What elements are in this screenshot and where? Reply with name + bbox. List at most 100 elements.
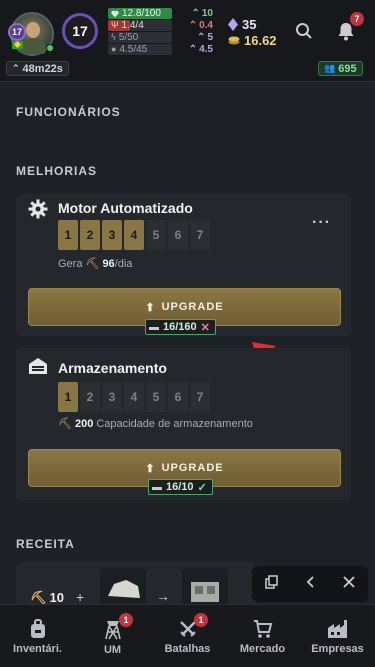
cart-icon (253, 619, 272, 638)
intellect-bar: ● 4.5/45 (108, 44, 172, 55)
player-level[interactable]: 17 (62, 13, 98, 49)
stat-health[interactable]: 12.8/100 ⌃ 10 (108, 8, 213, 19)
chevron-left-icon (306, 576, 314, 588)
nav-battles-badge: 1 (194, 613, 208, 627)
intellect-value: 4.5/45 (119, 44, 148, 55)
capacity-label: Capacidade de armazenamento (96, 417, 253, 430)
warehouse-icon (29, 358, 47, 374)
coins-icon (228, 36, 240, 45)
timer-pill[interactable]: ⌃ 48m22s (6, 61, 69, 76)
close-button[interactable] (343, 575, 355, 593)
storage-level-cell: 3 (102, 382, 122, 412)
notifications-badge: 7 (350, 12, 364, 26)
nav-inventory-label: Inventári. (13, 642, 62, 655)
motor-level-cell: 3 (102, 220, 122, 250)
floating-toolbar (252, 566, 368, 602)
nav-companies-label: Empresas (311, 642, 364, 655)
nav-um[interactable]: UM 1 (75, 605, 150, 667)
motor-title: Motor Automatizado (58, 200, 193, 216)
resources[interactable]: 35 16.62 (228, 16, 277, 48)
backpack-icon (30, 618, 45, 638)
nav-market[interactable]: Mercado (225, 605, 300, 667)
motor-level-cell: 1 (58, 220, 78, 250)
motor-cost-tag: ▬ 16/160 ✕ (145, 319, 216, 335)
storage-cost-tag: ▬ 16/10 ✓ (148, 479, 213, 495)
motor-card: Motor Automatizado ··· 1 2 3 4 5 6 7 Ger… (16, 194, 351, 336)
top-bar: 17 17 12.8/100 ⌃ 10 Ψ 1.4/4 ⌃ 0.4 ϟ 5/50… (0, 0, 375, 82)
chevrons-up-icon: ⌃ (197, 32, 206, 43)
chevrons-up-icon: ⌃ (188, 44, 198, 55)
nav-market-label: Mercado (239, 642, 286, 655)
storage-level-cell: 1 (58, 382, 78, 412)
recipe-card: ⛏ 10 + → (16, 562, 256, 604)
nav-inventory[interactable]: Inventári. (0, 605, 75, 667)
arrow-up-icon: ⬆ (145, 301, 156, 314)
food-bar: Ψ 1.4/4 (108, 20, 172, 31)
storage-title: Armazenamento (58, 360, 167, 376)
stat-food[interactable]: Ψ 1.4/4 ⌃ 0.4 (108, 20, 213, 31)
storage-level-track: 1 2 3 4 5 6 7 (58, 382, 210, 412)
back-button[interactable] (306, 575, 316, 593)
arrow-up-icon: ⬆ (145, 462, 156, 475)
block-slot[interactable] (182, 568, 228, 604)
copy-button[interactable] (265, 574, 279, 594)
avatar-level-badge: 17 (8, 23, 26, 41)
fork-knife-icon: Ψ (111, 20, 119, 30)
section-recipe: RECEITA (16, 537, 75, 551)
lightning-icon: ϟ (111, 32, 116, 42)
motor-cost: 16/160 (163, 321, 197, 333)
search-button[interactable] (292, 19, 316, 43)
bulb-icon: ● (111, 44, 117, 54)
avatar-face (26, 22, 40, 38)
motor-level-track: 1 2 3 4 5 6 7 (58, 220, 210, 250)
motor-level-cell: 5 (146, 220, 166, 250)
more-options-button[interactable]: ··· (312, 214, 331, 232)
intellect-rate: 4.5 (199, 44, 213, 55)
storage-card: Armazenamento 1 2 3 4 5 6 7 ⛏ 200 Capaci… (16, 348, 351, 500)
timer-value: 48m22s (22, 62, 63, 75)
chevrons-up-icon: ⌃ (191, 8, 200, 19)
pickaxe-icon: ⛏ (58, 418, 72, 430)
section-improvements: MELHORIAS (16, 164, 97, 178)
users-icon: 👥 (324, 63, 336, 73)
anvil-icon: ▬ (152, 481, 162, 493)
recipe-input: ⛏ 10 (30, 590, 64, 604)
diamonds: 35 (228, 16, 277, 32)
coins-value: 16.62 (244, 32, 277, 48)
storage-level-cell: 2 (80, 382, 100, 412)
capacity-value: 200 (74, 417, 94, 430)
energy-bar: ϟ 5/50 (108, 32, 172, 43)
coins: 16.62 (228, 32, 277, 48)
stone-slot[interactable] (100, 568, 146, 604)
heart-icon (111, 10, 119, 17)
nav-companies[interactable]: Empresas (300, 605, 375, 667)
concrete-block-icon (191, 582, 219, 602)
copy-icon (265, 574, 279, 589)
close-icon (343, 576, 355, 588)
stat-energy[interactable]: ϟ 5/50 ⌃ 5 (108, 32, 213, 43)
stone-icon (108, 580, 140, 598)
cross-icon: ✕ (200, 321, 210, 334)
food-value: 1.4/4 (121, 20, 144, 31)
gen-prefix: Gera (58, 257, 83, 270)
nav-battles-label: Batalhas (164, 642, 211, 655)
energy-value: 5/50 (118, 32, 139, 43)
nav-battles[interactable]: Batalhas 1 (150, 605, 225, 667)
pickaxe-icon: ⛏ (85, 258, 100, 270)
nav-um-label: UM (103, 643, 122, 656)
gen-value: 96 (102, 257, 115, 270)
more-dots-icon: ··· (312, 214, 331, 231)
stat-intellect[interactable]: ● 4.5/45 ⌃ 4.5 (108, 44, 213, 55)
online-count-pill[interactable]: 👥 695 (318, 61, 363, 76)
online-count: 695 (338, 62, 357, 75)
pickaxe-icon: ⛏ (30, 590, 47, 604)
storage-level-cell: 7 (190, 382, 210, 412)
food-rate: 0.4 (199, 20, 213, 31)
chevrons-up-icon: ⌃ (188, 20, 198, 31)
motor-level-cell: 4 (124, 220, 144, 250)
diamonds-value: 35 (242, 16, 257, 32)
gen-suffix: /dia (114, 257, 133, 270)
recipe-amount: 10 (49, 590, 64, 604)
section-employees: FUNCIONÁRIOS (16, 105, 121, 119)
online-status-dot (46, 44, 54, 52)
